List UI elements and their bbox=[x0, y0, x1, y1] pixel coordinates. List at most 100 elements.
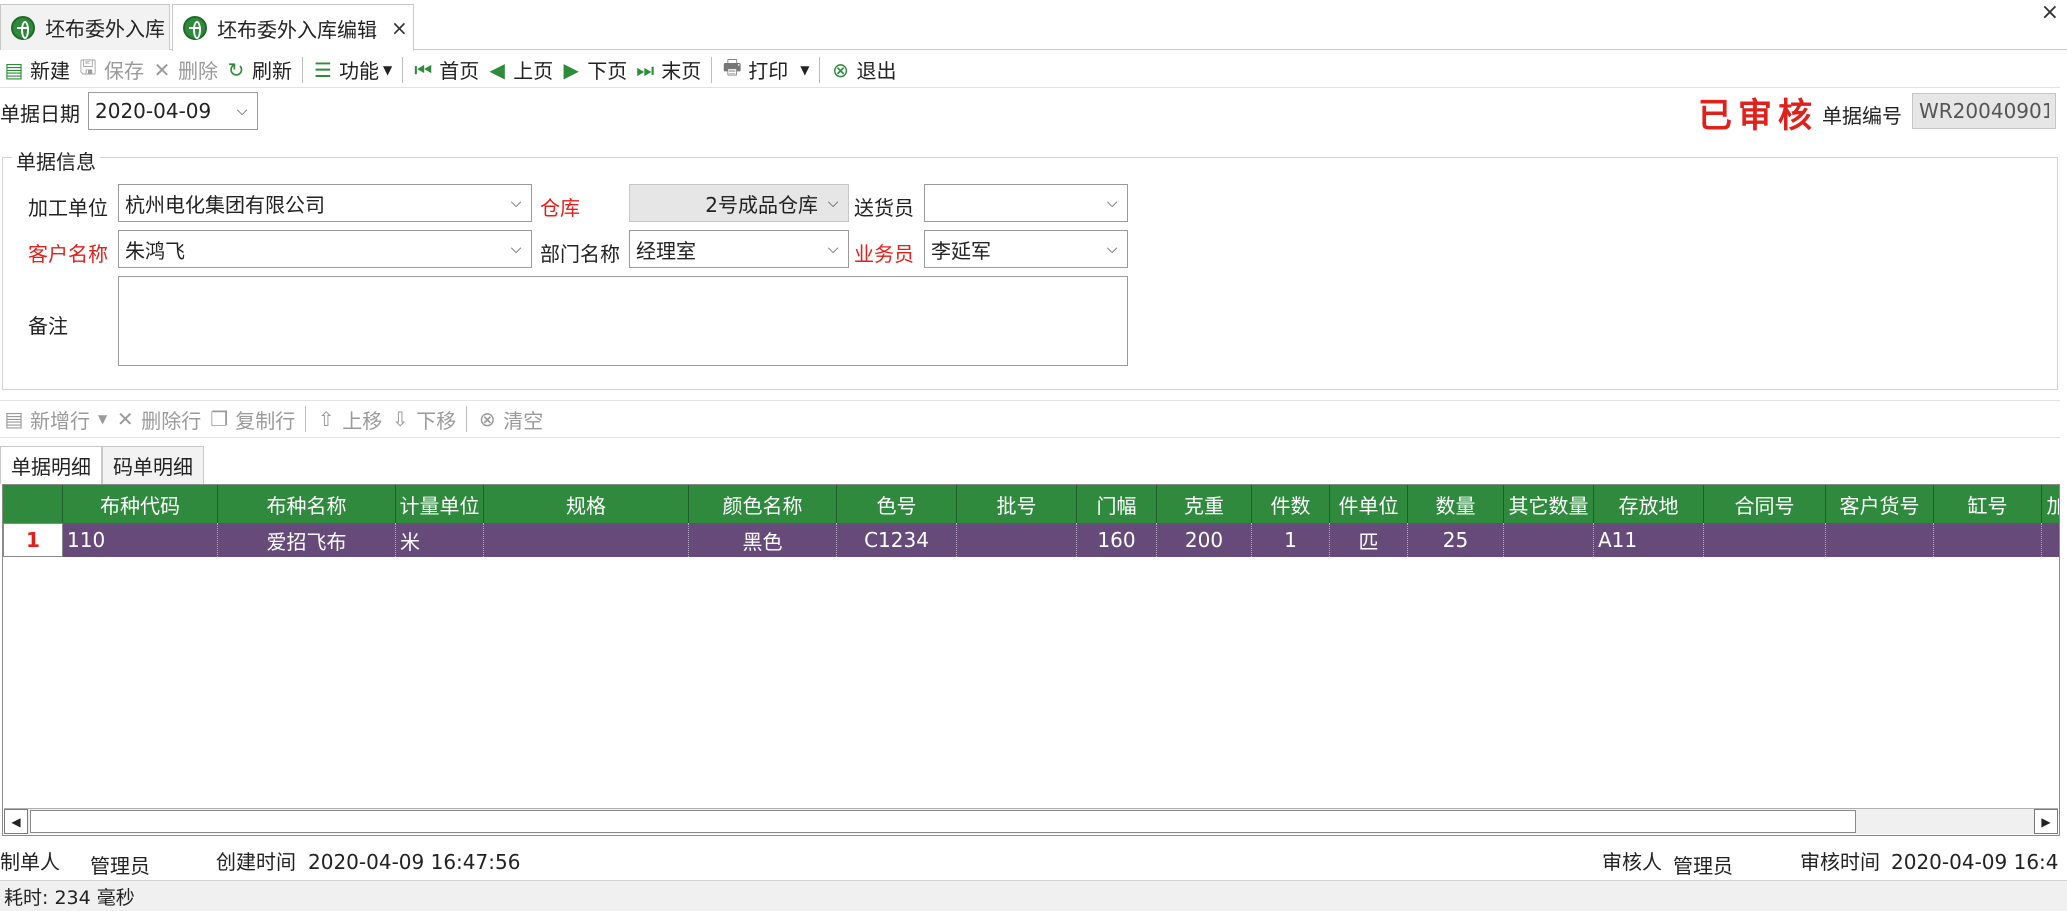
print-button[interactable]: 🖶 打印 ▼ bbox=[718, 54, 813, 86]
toolbar-separator bbox=[819, 56, 821, 83]
table-cell[interactable]: 110 bbox=[63, 523, 218, 557]
next-page-icon: ▶ bbox=[563, 57, 579, 82]
table-cell[interactable]: 200 bbox=[1157, 523, 1252, 557]
table-cell[interactable]: A11 bbox=[1594, 523, 1704, 557]
copy-row-button[interactable]: ❐ 复制行 bbox=[205, 403, 299, 435]
tab-outsource-inbound[interactable]: 坯布委外入库 bbox=[0, 4, 170, 50]
table-cell[interactable]: 25 bbox=[1408, 523, 1504, 557]
chevron-down-icon[interactable]: ⌵ bbox=[824, 241, 842, 257]
chevron-down-icon[interactable]: ⌵ bbox=[1103, 241, 1121, 257]
table-cell[interactable] bbox=[1704, 523, 1826, 557]
tab-close-icon[interactable]: × bbox=[391, 16, 408, 40]
tab-document-detail[interactable]: 单据明细 bbox=[0, 446, 102, 484]
date-picker[interactable]: 2020-04-09 ⌵ bbox=[88, 92, 258, 130]
first-page-icon: ⏮ bbox=[414, 57, 433, 82]
grid-column-header[interactable]: 布种代码 bbox=[63, 485, 218, 523]
grid-column-header[interactable]: 门幅 bbox=[1077, 485, 1157, 523]
toolbar-separator bbox=[305, 406, 307, 432]
refresh-button[interactable]: ↻ 刷新 bbox=[222, 54, 296, 86]
scroll-right-icon[interactable]: ▶ bbox=[2034, 809, 2058, 834]
delete-row-button[interactable]: ✕ 删除行 bbox=[111, 403, 205, 435]
grid-column-header[interactable]: 规格 bbox=[484, 485, 689, 523]
prev-page-icon: ◀ bbox=[489, 57, 505, 82]
row-number[interactable]: 1 bbox=[3, 523, 63, 557]
table-cell[interactable]: 黑色 bbox=[689, 523, 837, 557]
exit-button[interactable]: ⊗ 退出 bbox=[826, 54, 900, 86]
printer-icon: 🖶 bbox=[722, 54, 742, 79]
grid-column-header[interactable]: 颜色名称 bbox=[689, 485, 837, 523]
table-cell[interactable]: 1 bbox=[1252, 523, 1330, 557]
horizontal-scrollbar[interactable]: ◀ ▶ bbox=[4, 808, 2058, 834]
delete-row-icon: ✕ bbox=[116, 407, 134, 431]
add-row-button[interactable]: ▤ 新增行 ▼ bbox=[0, 403, 111, 435]
table-cell[interactable] bbox=[1826, 523, 1934, 557]
delete-button[interactable]: ✕ 删除 bbox=[148, 54, 222, 86]
table-cell[interactable] bbox=[484, 523, 689, 557]
scroll-left-icon[interactable]: ◀ bbox=[4, 809, 28, 834]
new-button[interactable]: ▤ 新建 bbox=[0, 54, 74, 86]
window-close-icon[interactable]: × bbox=[2041, 0, 2059, 25]
table-cell[interactable] bbox=[1934, 523, 2042, 557]
scroll-thumb[interactable] bbox=[30, 810, 1856, 833]
warehouse-select[interactable]: 2号成品仓库 ⌵ bbox=[629, 184, 849, 222]
tab-code-detail[interactable]: 码单明细 bbox=[102, 446, 204, 484]
chevron-down-icon[interactable]: ⌵ bbox=[824, 195, 842, 211]
chevron-down-icon[interactable]: ⌵ bbox=[233, 103, 251, 119]
grid-column-header[interactable]: 客户货号 bbox=[1826, 485, 1934, 523]
grid-column-header[interactable]: 存放地 bbox=[1594, 485, 1704, 523]
chevron-down-icon[interactable]: ⌵ bbox=[1103, 195, 1121, 211]
grid-column-header[interactable]: 批号 bbox=[957, 485, 1077, 523]
grid-column-header[interactable]: 合同号 bbox=[1704, 485, 1826, 523]
remark-textarea[interactable] bbox=[118, 276, 1128, 366]
first-page-button[interactable]: ⏮ 首页 bbox=[409, 54, 483, 86]
detail-toolbar: ▤ 新增行 ▼ ✕ 删除行 ❐ 复制行 ⇧ 上移 ⇩ 下移 ⊗ 清空 bbox=[0, 400, 2060, 438]
warehouse-value: 2号成品仓库 bbox=[705, 192, 818, 217]
customer-select[interactable]: 朱鸿飞 ⌵ bbox=[118, 230, 532, 268]
clear-icon: ⊗ bbox=[478, 407, 496, 431]
save-button[interactable]: 🖫 保存 bbox=[74, 54, 148, 86]
created-time-value: 2020-04-09 16:47:56 bbox=[308, 850, 521, 874]
grid-column-header[interactable]: 缸号 bbox=[1934, 485, 2042, 523]
chevron-down-icon[interactable]: ⌵ bbox=[507, 241, 525, 257]
grid-column-header[interactable]: 色号 bbox=[837, 485, 957, 523]
table-cell[interactable] bbox=[2042, 523, 2059, 557]
exit-icon: ⊗ bbox=[832, 57, 849, 82]
table-cell[interactable]: 米 bbox=[396, 523, 484, 557]
salesperson-select[interactable]: 李延军 ⌵ bbox=[924, 230, 1128, 268]
table-cell[interactable]: 160 bbox=[1077, 523, 1157, 557]
grid-column-header[interactable]: 件单位 bbox=[1330, 485, 1408, 523]
chevron-down-icon[interactable]: ⌵ bbox=[507, 195, 525, 211]
prev-page-button[interactable]: ◀ 上页 bbox=[483, 54, 557, 86]
grid-column-header[interactable]: 克重 bbox=[1157, 485, 1252, 523]
tab-outsource-inbound-edit[interactable]: 坯布委外入库编辑 × bbox=[172, 4, 414, 51]
deliverer-select[interactable]: ⌵ bbox=[924, 184, 1128, 222]
tab-label: 单据明细 bbox=[11, 455, 91, 479]
last-label: 末页 bbox=[661, 59, 702, 83]
dept-select[interactable]: 经理室 ⌵ bbox=[629, 230, 849, 268]
processor-select[interactable]: 杭州电化集团有限公司 ⌵ bbox=[118, 184, 532, 222]
table-cell[interactable]: C1234 bbox=[837, 523, 957, 557]
grid-column-header[interactable]: 数量 bbox=[1408, 485, 1504, 523]
table-cell[interactable] bbox=[1504, 523, 1594, 557]
table-cell[interactable]: 匹 bbox=[1330, 523, 1408, 557]
toolbar-separator bbox=[466, 406, 468, 432]
grid-column-header[interactable]: 布种名称 bbox=[218, 485, 396, 523]
docno-field: WR20040901 bbox=[1912, 93, 2056, 129]
detail-grid: 布种代码 布种名称 计量单位 规格 颜色名称 色号 批号 门幅 克重 件数 件单位 数量 其它数量 存放地… bbox=[2, 484, 2060, 836]
grid-column-header[interactable]: 其它数量 bbox=[1504, 485, 1594, 523]
print-label: 打印 bbox=[748, 59, 789, 83]
grid-column-header[interactable]: 计量单位 bbox=[396, 485, 484, 523]
clear-button[interactable]: ⊗ 清空 bbox=[473, 403, 547, 435]
next-page-button[interactable]: ▶ 下页 bbox=[557, 54, 631, 86]
table-cell[interactable]: 爱招飞布 bbox=[218, 523, 396, 557]
table-row[interactable]: 1 110 爱招飞布米黑色 C1234 160 200 1 匹 25 A11 bbox=[3, 523, 2059, 557]
move-down-button[interactable]: ⇩ 下移 bbox=[386, 403, 460, 435]
move-up-button[interactable]: ⇧ 上移 bbox=[312, 403, 386, 435]
clear-label: 清空 bbox=[503, 408, 544, 433]
last-page-button[interactable]: ⏭ 末页 bbox=[631, 54, 705, 86]
grid-column-header[interactable]: 件数 bbox=[1252, 485, 1330, 523]
table-cell[interactable] bbox=[957, 523, 1077, 557]
grid-column-header[interactable]: 加 bbox=[2042, 485, 2060, 523]
function-menu-button[interactable]: ☰ 功能 ▼ bbox=[309, 54, 396, 86]
move-up-icon: ⇧ bbox=[317, 407, 335, 431]
